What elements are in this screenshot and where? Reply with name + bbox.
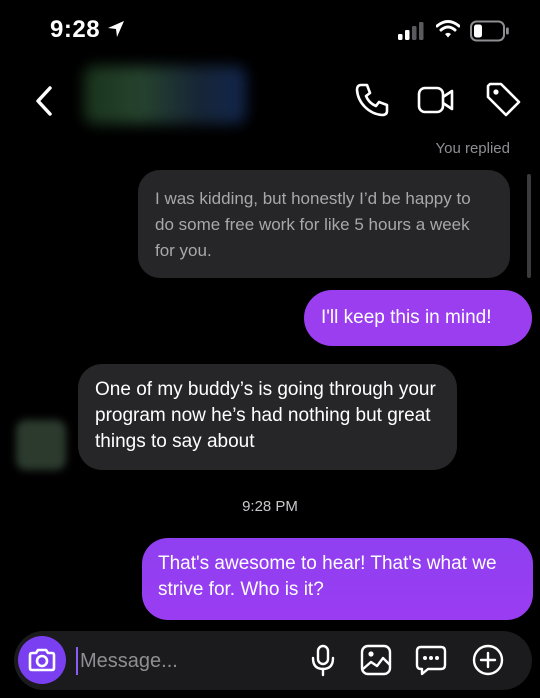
sticker-chat-icon[interactable] xyxy=(414,643,448,677)
microphone-icon[interactable] xyxy=(306,643,340,677)
gallery-icon[interactable] xyxy=(359,643,393,677)
phone-icon[interactable] xyxy=(352,80,392,120)
wifi-icon xyxy=(436,20,460,38)
camera-icon xyxy=(28,648,56,672)
you-replied-label: You replied xyxy=(435,140,510,157)
video-call-icon[interactable] xyxy=(416,80,456,120)
back-chevron-icon[interactable] xyxy=(30,84,60,118)
location-arrow-icon xyxy=(108,21,124,37)
message-timestamp: 9:28 PM xyxy=(242,498,298,515)
outgoing-message-bubble[interactable]: That's awesome to hear! That's what we s… xyxy=(142,538,533,620)
tag-icon[interactable] xyxy=(484,80,524,120)
contact-name-redacted[interactable] xyxy=(84,66,246,124)
chat-header xyxy=(0,62,540,136)
camera-button[interactable] xyxy=(18,636,66,684)
outgoing-message-bubble[interactable]: I'll keep this in mind! xyxy=(304,290,532,346)
message-thread[interactable]: You replied I was kidding, but honestly … xyxy=(0,136,540,630)
incoming-message-bubble[interactable]: One of my buddy’s is going through your … xyxy=(78,364,457,470)
status-bar: 9:28 xyxy=(0,0,540,62)
add-icon[interactable] xyxy=(471,643,505,677)
status-time: 9:28 xyxy=(50,16,101,43)
quoted-message-bubble[interactable]: I was kidding, but honestly I’d be happy… xyxy=(138,170,510,278)
contact-avatar[interactable] xyxy=(16,420,66,470)
message-composer xyxy=(14,631,532,690)
signal-bars-icon xyxy=(398,22,424,40)
battery-icon xyxy=(470,20,509,42)
message-input[interactable] xyxy=(78,643,292,679)
scrollbar-thumb[interactable] xyxy=(527,174,531,278)
